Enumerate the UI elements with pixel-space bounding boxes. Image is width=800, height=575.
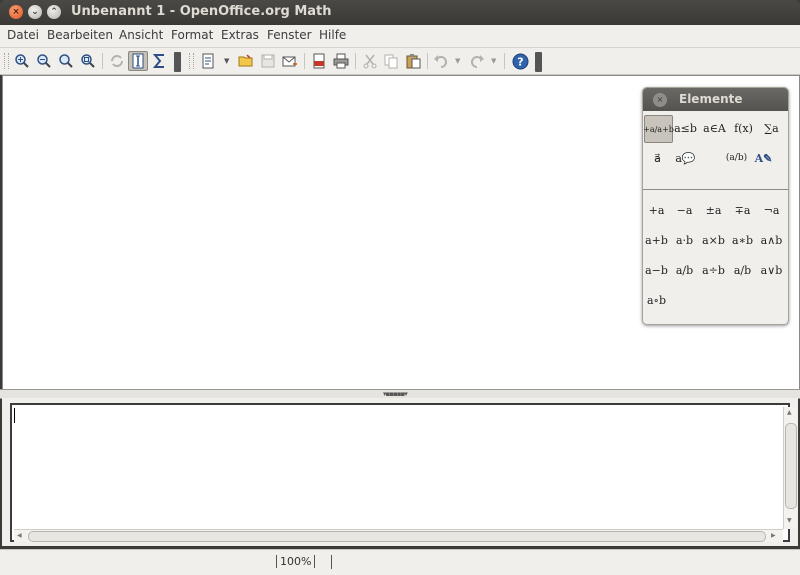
operator-minusplus-a[interactable]: ∓a bbox=[729, 197, 756, 223]
toolbar-separator bbox=[102, 53, 103, 69]
menu-extras[interactable]: Extras bbox=[221, 28, 259, 42]
elements-divider bbox=[643, 189, 788, 190]
scroll-left-icon[interactable]: ◀ bbox=[17, 532, 22, 539]
zoom-in-icon[interactable] bbox=[12, 51, 32, 71]
menu-fenster[interactable]: Fenster bbox=[267, 28, 312, 42]
operator-a-ast-b[interactable]: a∗b bbox=[729, 227, 756, 253]
elements-panel-titlebar[interactable]: × Elemente bbox=[643, 88, 788, 111]
undo-icon[interactable] bbox=[431, 51, 451, 71]
formula-cursor-icon[interactable] bbox=[128, 51, 148, 71]
zoom-page-icon[interactable] bbox=[78, 51, 98, 71]
splitter-grip-icon[interactable]: ▾▪▪▪▪▪▾ bbox=[383, 390, 408, 398]
operator-a-cdot-b[interactable]: a·b bbox=[671, 227, 698, 253]
operator-a-over-b[interactable]: a/b bbox=[671, 257, 698, 283]
zoom-level[interactable]: 100% bbox=[276, 555, 316, 568]
menu-bearbeiten[interactable]: Bearbeiten bbox=[47, 28, 113, 42]
menu-format[interactable]: Format bbox=[171, 28, 213, 42]
standard-toolbar: ▼ ▼ ▼ ? bbox=[0, 48, 800, 75]
window-minimize-button[interactable]: ⌄ bbox=[28, 5, 42, 19]
toolbar-overflow-button[interactable] bbox=[535, 52, 542, 72]
scroll-right-icon[interactable]: ▶ bbox=[771, 532, 776, 539]
vertical-scrollbar[interactable]: ▲ ▼ bbox=[783, 407, 797, 529]
category-relations[interactable]: a≤b bbox=[672, 115, 699, 141]
operator-a-slash-b[interactable]: a/b bbox=[729, 257, 756, 283]
menu-ansicht[interactable]: Ansicht bbox=[119, 28, 163, 42]
redo-icon[interactable] bbox=[467, 51, 487, 71]
operator-a-times-b[interactable]: a×b bbox=[700, 227, 727, 253]
print-icon[interactable] bbox=[331, 51, 351, 71]
undo-dropdown-arrow[interactable]: ▼ bbox=[455, 57, 460, 65]
scroll-down-icon[interactable]: ▼ bbox=[787, 517, 792, 524]
formula-command-input[interactable]: ▲ ▼ ◀ ▶ bbox=[10, 403, 797, 542]
category-unary-binary[interactable]: +a/a+b bbox=[643, 115, 674, 143]
window-maximize-button[interactable]: ⌃ bbox=[47, 5, 61, 19]
elements-close-button[interactable]: × bbox=[653, 93, 667, 107]
menu-hilfe[interactable]: Hilfe bbox=[319, 28, 346, 42]
elements-panel-title: Elemente bbox=[679, 92, 743, 106]
save-icon[interactable] bbox=[258, 51, 278, 71]
elements-sigma-icon[interactable] bbox=[150, 51, 170, 71]
operator-minus-a[interactable]: −a bbox=[671, 197, 698, 223]
operator-a-or-b[interactable]: a∨b bbox=[758, 257, 785, 283]
export-pdf-icon[interactable] bbox=[309, 51, 329, 71]
scroll-up-icon[interactable]: ▲ bbox=[787, 409, 792, 416]
toolbar-separator bbox=[504, 53, 505, 69]
toolbar-grip[interactable] bbox=[189, 53, 194, 69]
operator-a-circ-b[interactable]: a∘b bbox=[643, 287, 670, 313]
update-icon[interactable] bbox=[107, 51, 127, 71]
menu-bar: Datei Bearbeiten Ansicht Format Extras F… bbox=[0, 25, 800, 48]
help-icon[interactable]: ? bbox=[510, 51, 530, 71]
horizontal-scrollbar[interactable]: ◀ ▶ bbox=[14, 529, 783, 542]
toolbar-overflow-button[interactable] bbox=[174, 52, 181, 72]
redo-dropdown-arrow[interactable]: ▼ bbox=[491, 57, 496, 65]
toolbar-grip[interactable] bbox=[4, 53, 9, 69]
category-operators[interactable]: ∑a bbox=[758, 115, 785, 141]
operator-plus-a[interactable]: +a bbox=[643, 197, 670, 223]
category-functions[interactable]: f(x) bbox=[730, 115, 757, 141]
vertical-scroll-thumb[interactable] bbox=[785, 423, 797, 509]
status-bar: 100% bbox=[0, 549, 800, 575]
open-folder-icon[interactable] bbox=[236, 51, 256, 71]
category-brackets[interactable]: (a/b) bbox=[723, 145, 750, 171]
horizontal-scroll-thumb[interactable] bbox=[28, 531, 766, 542]
category-others[interactable]: a💬 bbox=[672, 145, 699, 171]
category-set-operations[interactable]: a∈A bbox=[701, 115, 728, 141]
operator-a-plus-b[interactable]: a+b bbox=[643, 227, 670, 253]
cut-icon[interactable] bbox=[360, 51, 380, 71]
operator-a-minus-b[interactable]: a−b bbox=[643, 257, 670, 283]
toolbar-separator bbox=[355, 53, 356, 69]
email-icon[interactable] bbox=[280, 51, 300, 71]
operator-not-a[interactable]: ¬a bbox=[758, 197, 785, 223]
text-cursor bbox=[14, 408, 15, 423]
commands-window: ▲ ▼ ◀ ▶ bbox=[2, 398, 798, 546]
toolbar-separator bbox=[304, 53, 305, 69]
status-separator bbox=[331, 555, 332, 569]
toolbar-separator bbox=[427, 53, 428, 69]
elements-panel: × Elemente +a/a+b a≤b a∈A f(x) ∑a a⃗ a💬 … bbox=[642, 87, 789, 325]
svg-text:?: ? bbox=[517, 55, 523, 68]
new-document-icon[interactable] bbox=[198, 51, 218, 71]
title-bar: × ⌄ ⌃ Unbenannt 1 - OpenOffice.org Math bbox=[0, 0, 800, 25]
paste-icon[interactable] bbox=[403, 51, 423, 71]
operator-a-div-b[interactable]: a÷b bbox=[700, 257, 727, 283]
menu-datei[interactable]: Datei bbox=[7, 28, 39, 42]
zoom-out-icon[interactable] bbox=[34, 51, 54, 71]
copy-icon[interactable] bbox=[381, 51, 401, 71]
operator-a-and-b[interactable]: a∧b bbox=[758, 227, 785, 253]
category-formats[interactable]: A✎ bbox=[750, 145, 777, 171]
operator-plusminus-a[interactable]: ±a bbox=[700, 197, 727, 223]
window-close-button[interactable]: × bbox=[9, 5, 23, 19]
window-title: Unbenannt 1 - OpenOffice.org Math bbox=[71, 4, 332, 19]
new-dropdown-arrow[interactable]: ▼ bbox=[224, 57, 229, 65]
zoom-100-icon[interactable] bbox=[56, 51, 76, 71]
category-attributes[interactable]: a⃗ bbox=[644, 145, 671, 171]
